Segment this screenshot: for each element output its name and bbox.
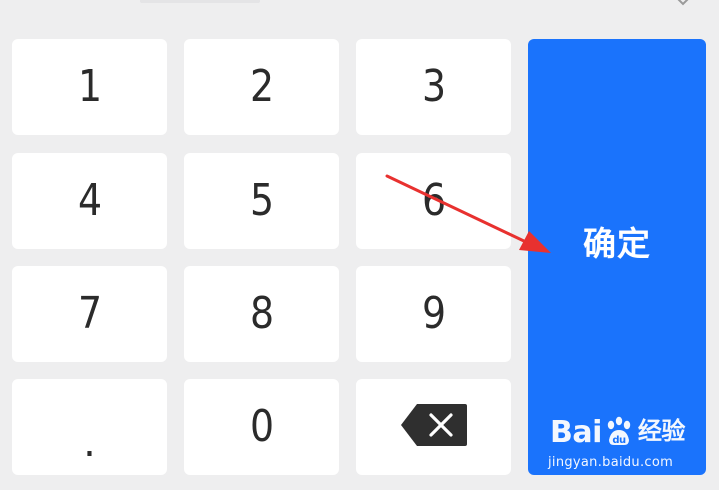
key-5[interactable]: 5 bbox=[184, 153, 339, 249]
confirm-button[interactable]: 确定 bbox=[528, 39, 706, 475]
key-label: 2 bbox=[249, 61, 274, 112]
confirm-label: 确定 bbox=[583, 224, 651, 263]
key-3[interactable]: 3 bbox=[356, 39, 511, 135]
backspace-key[interactable] bbox=[356, 379, 511, 475]
key-0[interactable]: 0 bbox=[184, 379, 339, 475]
chevron-down-icon[interactable] bbox=[672, 0, 694, 8]
key-4[interactable]: 4 bbox=[12, 153, 167, 249]
backspace-icon bbox=[400, 404, 467, 446]
key-7[interactable]: 7 bbox=[12, 266, 167, 362]
key-1[interactable]: 1 bbox=[12, 39, 167, 135]
key-decimal-point[interactable]: . bbox=[12, 379, 167, 475]
key-label: 0 bbox=[249, 401, 274, 452]
key-label: 1 bbox=[77, 61, 102, 112]
key-9[interactable]: 9 bbox=[356, 266, 511, 362]
top-edge-hint bbox=[140, 0, 260, 3]
key-2[interactable]: 2 bbox=[184, 39, 339, 135]
key-label: 3 bbox=[421, 61, 446, 112]
key-6[interactable]: 6 bbox=[356, 153, 511, 249]
key-8[interactable]: 8 bbox=[184, 266, 339, 362]
key-label: 4 bbox=[77, 175, 102, 226]
key-label: 9 bbox=[421, 288, 446, 339]
key-label: 6 bbox=[421, 175, 446, 226]
key-label: 7 bbox=[77, 288, 102, 339]
key-label: 8 bbox=[249, 288, 274, 339]
key-label: . bbox=[83, 420, 96, 466]
key-label: 5 bbox=[249, 175, 274, 226]
